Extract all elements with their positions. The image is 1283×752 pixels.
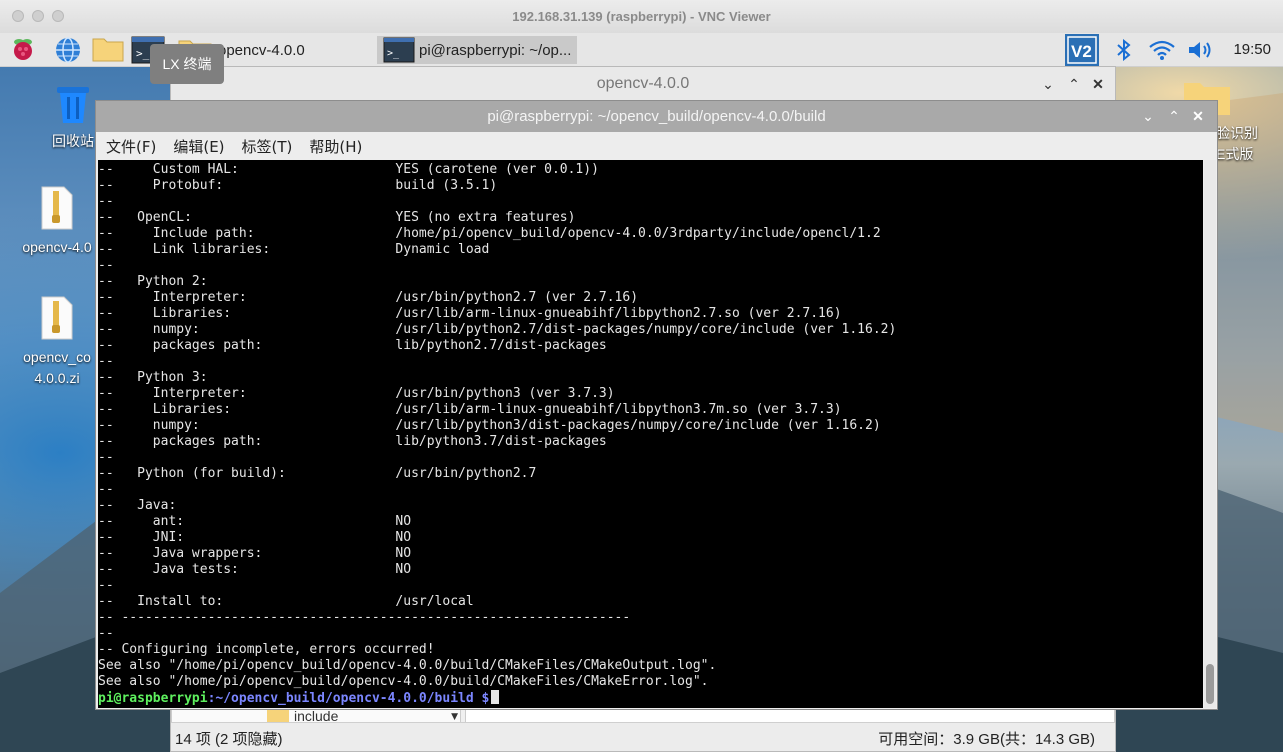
terminal-icon: >_ (383, 37, 415, 63)
close-icon[interactable]: ✕ (1087, 67, 1109, 101)
menu-edit[interactable]: 编辑(E) (173, 136, 224, 157)
terminal-line: -- OpenCL: YES (no extra features) (98, 210, 576, 225)
taskbar-item-terminal[interactable]: >_ pi@raspberrypi: ~/op... (377, 36, 577, 64)
desktop-icon-opencv-contrib-zip[interactable]: opencv_co 4.0.0.zi (12, 295, 102, 389)
terminal-line: -- Configuring incomplete, errors occurr… (98, 642, 435, 657)
globe-icon (56, 37, 80, 63)
status-free-space: 可用空间：3.9 GB(共：14.3 GB) (878, 731, 1095, 748)
terminal-line: -- Python (for build): /usr/bin/python2.… (98, 466, 537, 481)
terminal-line: -- Java: (98, 498, 177, 513)
terminal-line: -- Custom HAL: YES (carotene (ver 0.0.1)… (98, 162, 599, 177)
zip-file-icon (41, 296, 73, 340)
vnc-title: 192.168.31.139 (raspberrypi) - VNC Viewe… (512, 9, 771, 24)
terminal-line: -- (98, 354, 114, 369)
desktop-icon-label: 4.0.0.zi (34, 370, 80, 386)
desktop-icon-label: opencv_co (23, 349, 91, 365)
terminal-line: -- Install to: /usr/local (98, 594, 474, 609)
tooltip: LX 终端 (150, 44, 224, 84)
status-item-count: 14 项 (2 项隐藏) (175, 731, 283, 748)
terminal-line: -- Include path: /home/pi/opencv_build/o… (98, 226, 881, 241)
raspberry-icon (14, 39, 32, 60)
bluetooth-icon[interactable] (1115, 39, 1133, 61)
minimize-icon[interactable]: ⌄ (1137, 101, 1159, 132)
terminal-prompt: pi@raspberrypi:~/opencv_build/opencv-4.0… (98, 690, 1203, 706)
terminal-line: See also "/home/pi/opencv_build/opencv-4… (98, 658, 717, 673)
terminal-line: -- Java tests: NO (98, 562, 412, 577)
terminal-line: -- (98, 258, 114, 273)
terminal-line: -- (98, 578, 114, 593)
terminal-line: -- -------------------------------------… (98, 610, 631, 625)
prompt-path: :~/opencv_build/opencv-4.0.0/build $ (207, 691, 490, 706)
terminal-line: -- JNI: NO (98, 530, 412, 545)
folder-icon (92, 38, 124, 62)
menu-file[interactable]: 文件(F) (106, 136, 156, 157)
terminal-line: -- Libraries: /usr/lib/arm-linux-gnueabi… (98, 306, 842, 321)
terminal-lines: -- Custom HAL: YES (carotene (ver 0.0.1)… (98, 160, 1203, 706)
vnc-titlebar: 192.168.31.139 (raspberrypi) - VNC Viewe… (0, 0, 1283, 34)
volume-icon[interactable] (1186, 39, 1216, 61)
maximize-icon[interactable]: ⌃ (1163, 101, 1185, 132)
terminal-line: -- packages path: lib/python3.7/dist-pac… (98, 434, 607, 449)
close-icon[interactable]: ✕ (1187, 101, 1209, 132)
minimize-icon[interactable]: ⌄ (1037, 67, 1059, 101)
scrollbar-thumb[interactable] (1206, 664, 1214, 704)
trash-icon (57, 87, 89, 123)
file-manager-launcher[interactable] (92, 36, 124, 62)
terminal-line: -- Link libraries: Dynamic load (98, 242, 490, 257)
taskbar-item-label: pi@raspberrypi: ~/op... (419, 41, 572, 59)
terminal-line: -- (98, 450, 114, 465)
raspberry-menu-button[interactable] (10, 36, 38, 62)
terminal-line: -- Interpreter: /usr/bin/python2.7 (ver … (98, 290, 639, 305)
taskbar-item-label: opencv-4.0.0 (218, 41, 305, 59)
terminal-output[interactable]: -- Custom HAL: YES (carotene (ver 0.0.1)… (98, 160, 1203, 708)
wifi-icon[interactable] (1148, 39, 1176, 61)
svg-text:V2: V2 (1071, 42, 1092, 61)
clock: 19:50 (1233, 41, 1271, 58)
terminal-line: See also "/home/pi/opencv_build/opencv-4… (98, 674, 709, 689)
terminal-line: -- (98, 626, 114, 641)
terminal-line: -- Java wrappers: NO (98, 546, 412, 561)
terminal-line: -- (98, 194, 114, 209)
terminal-titlebar: pi@raspberrypi: ~/opencv_build/opencv-4.… (96, 101, 1217, 132)
terminal-line: -- numpy: /usr/lib/python3/dist-packages… (98, 418, 881, 433)
terminal-menubar: 文件(F) 编辑(E) 标签(T) 帮助(H) (96, 132, 1217, 160)
browser-launcher[interactable] (54, 36, 82, 63)
svg-text:>_: >_ (136, 47, 150, 60)
svg-text:>_: >_ (387, 48, 400, 59)
menu-tabs[interactable]: 标签(T) (242, 136, 293, 157)
terminal-line: -- Python 3: (98, 370, 208, 385)
file-manager-title: opencv-4.0.0 (596, 75, 690, 92)
scrollbar[interactable] (1204, 160, 1216, 708)
terminal-line: -- Python 2: (98, 274, 208, 289)
terminal-line: -- numpy: /usr/lib/python2.7/dist-packag… (98, 322, 897, 337)
terminal-line: -- (98, 482, 114, 497)
file-manager-titlebar: opencv-4.0.0 ⌄ ⌃ ✕ (171, 67, 1115, 102)
menu-help[interactable]: 帮助(H) (309, 136, 362, 157)
status-bar: 14 项 (2 项隐藏) 可用空间：3.9 GB(共：14.3 GB) (171, 722, 1115, 751)
terminal-line: -- packages path: lib/python2.7/dist-pac… (98, 338, 607, 353)
terminal-window: pi@raspberrypi: ~/opencv_build/opencv-4.… (95, 100, 1218, 710)
desktop-icon-label: opencv-4.0 (22, 239, 92, 255)
terminal-line: -- Protobuf: build (3.5.1) (98, 178, 498, 193)
prompt-user: pi@raspberrypi (98, 691, 208, 706)
desktop-icon-opencv-zip[interactable]: opencv-4.0 (12, 185, 102, 258)
terminal-line: -- Interpreter: /usr/bin/python3 (ver 3.… (98, 386, 615, 401)
text-cursor (491, 690, 500, 704)
terminal-title: pi@raspberrypi: ~/opencv_build/opencv-4.… (487, 108, 826, 125)
terminal-line: -- ant: NO (98, 514, 412, 529)
terminal-line: -- Libraries: /usr/lib/arm-linux-gnueabi… (98, 402, 842, 417)
zip-file-icon (41, 186, 73, 230)
vnc-logo: V2 (1067, 36, 1097, 64)
dropdown-arrow-icon[interactable]: ▼ (451, 712, 458, 722)
vnc-icon[interactable]: V2 (1065, 34, 1099, 66)
maximize-icon[interactable]: ⌃ (1063, 67, 1085, 101)
